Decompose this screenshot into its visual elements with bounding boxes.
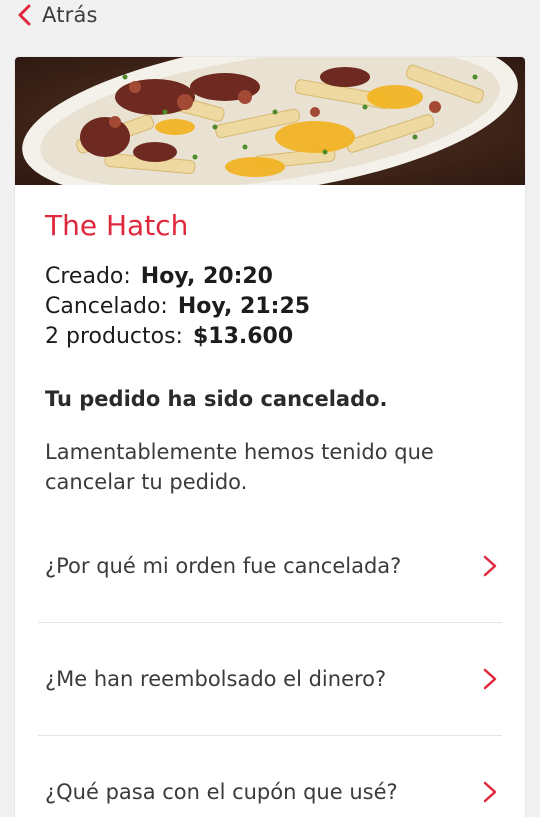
faq-item-why-cancelled[interactable]: ¿Por qué mi orden fue cancelada?: [38, 510, 502, 622]
restaurant-name: The Hatch: [45, 209, 189, 242]
created-row: Creado: Hoy, 20:20: [45, 262, 310, 292]
chevron-right-icon: [483, 781, 497, 803]
faq-question: ¿Por qué mi orden fue cancelada?: [45, 554, 402, 578]
cancelled-row: Cancelado: Hoy, 21:25: [45, 292, 310, 322]
faq-question: ¿Qué pasa con el cupón que usé?: [45, 780, 398, 804]
food-image: [15, 57, 525, 185]
chevron-right-icon: [483, 555, 497, 577]
order-card: The Hatch Creado: Hoy, 20:20 Cancelado: Ho…: [15, 57, 525, 817]
back-button[interactable]: Atrás: [16, 0, 98, 30]
chevron-right-icon: [483, 668, 497, 690]
status-title: Tu pedido ha sido cancelado.: [45, 387, 388, 411]
chevron-left-icon: [18, 4, 31, 26]
back-label: Atrás: [42, 3, 98, 27]
items-label: 2 productos:: [45, 324, 183, 349]
top-bar: Atrás: [0, 0, 540, 30]
status-message: Lamentablemente hemos tenido que cancela…: [45, 440, 434, 494]
cancelled-value: Hoy, 21:25: [177, 294, 311, 319]
created-value: Hoy, 20:20: [140, 264, 273, 289]
cancelled-label: Cancelado:: [45, 294, 168, 319]
faq-item-refund[interactable]: ¿Me han reembolsado el dinero?: [38, 623, 502, 735]
items-total: $13.600: [192, 324, 294, 349]
faq-item-coupon[interactable]: ¿Qué pasa con el cupón que usé?: [38, 736, 502, 817]
items-row: 2 productos: $13.600: [45, 322, 310, 352]
created-label: Creado:: [45, 264, 131, 289]
order-details: Creado: Hoy, 20:20 Cancelado: Hoy, 21:25 2…: [45, 262, 310, 352]
faq-question: ¿Me han reembolsado el dinero?: [45, 667, 387, 691]
